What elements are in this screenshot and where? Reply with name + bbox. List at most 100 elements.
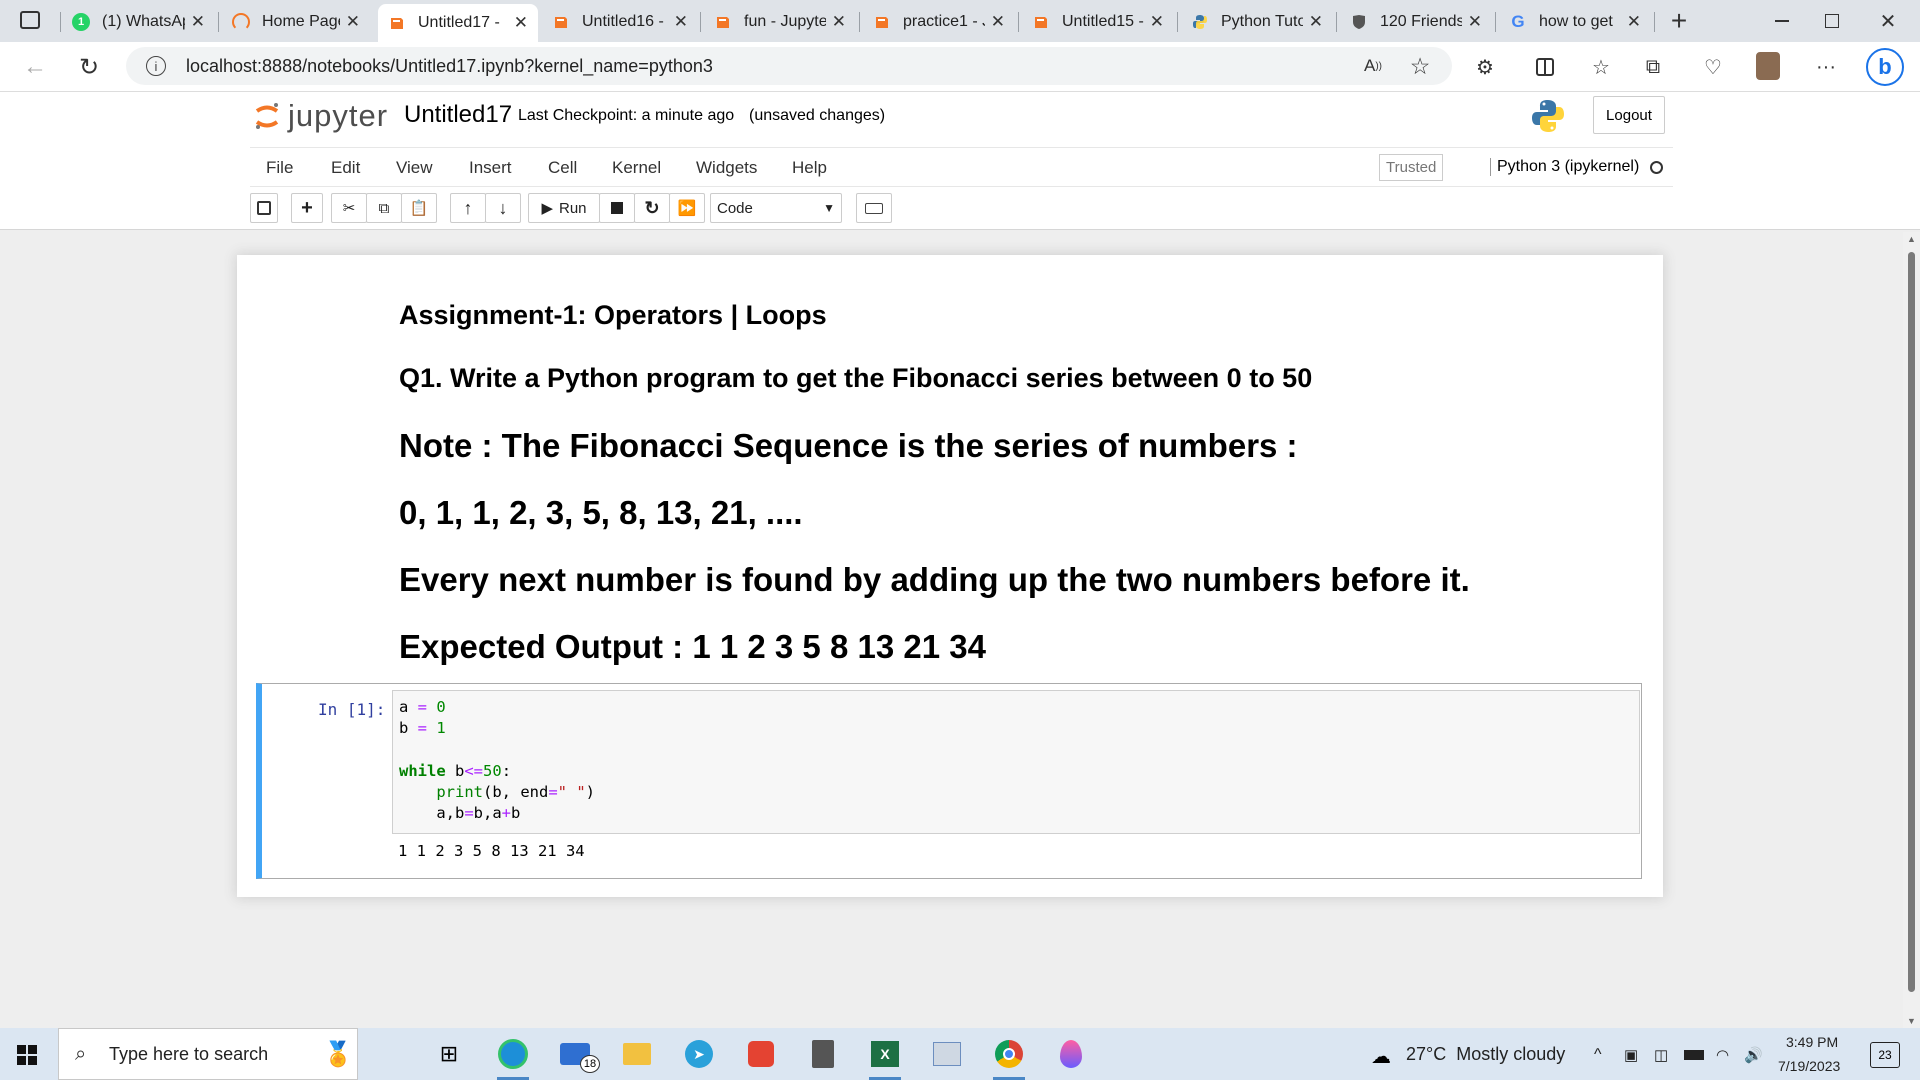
notifications-icon[interactable]: 23 — [1870, 1042, 1900, 1068]
close-icon[interactable]: ✕ — [832, 12, 846, 32]
paint-icon[interactable] — [1052, 1036, 1090, 1072]
cut-button[interactable]: ✂ — [331, 193, 367, 223]
tab-python-tutorial[interactable]: Python Tuto ✕ — [1181, 6, 1333, 38]
tab-120-friends[interactable]: 120 Friends ✕ — [1340, 6, 1492, 38]
tab-google-search[interactable]: G how to get ✕ — [1499, 6, 1651, 38]
weather-text[interactable]: 27°C Mostly cloudy — [1406, 1044, 1565, 1065]
insert-cell-button[interactable]: + — [291, 193, 323, 223]
menu-file[interactable]: File — [266, 158, 293, 178]
notebook-name[interactable]: Untitled17 — [404, 101, 512, 129]
edge-browser-icon[interactable] — [494, 1036, 532, 1080]
bing-chat-icon[interactable]: b — [1866, 48, 1904, 86]
task-view-icon[interactable]: ⊞ — [430, 1036, 468, 1072]
shield-icon — [1350, 13, 1368, 31]
close-icon[interactable]: ✕ — [674, 12, 688, 32]
tab-home-page[interactable]: Home Page ✕ — [222, 6, 370, 38]
run-button[interactable]: ▶ Run — [528, 193, 600, 223]
wifi-icon[interactable]: ◠ — [1716, 1046, 1729, 1064]
tab-whatsapp[interactable]: 1 (1) WhatsAp ✕ — [62, 6, 215, 38]
close-icon[interactable]: ✕ — [991, 12, 1005, 32]
menu-kernel[interactable]: Kernel — [612, 158, 661, 178]
meet-now-icon[interactable]: ▣ — [1624, 1046, 1638, 1064]
calculator-icon[interactable] — [804, 1036, 842, 1072]
tab-practice1[interactable]: practice1 - J ✕ — [863, 6, 1015, 38]
vertical-scrollbar[interactable]: ▲ ▼ — [1903, 232, 1920, 1028]
telegram-icon[interactable]: ➤ — [680, 1036, 718, 1072]
logout-button[interactable]: Logout — [1593, 96, 1665, 134]
kernel-name[interactable]: Python 3 (ipykernel) — [1490, 158, 1639, 176]
scroll-down-icon[interactable]: ▼ — [1907, 1016, 1916, 1026]
more-options-icon[interactable]: ··· — [1812, 54, 1840, 80]
network-icon[interactable]: ◫ — [1654, 1046, 1668, 1064]
file-explorer-icon[interactable] — [618, 1036, 656, 1072]
copy-button[interactable]: ⧉ — [366, 193, 402, 223]
minimize-icon[interactable] — [1760, 6, 1804, 36]
tab-untitled17[interactable]: Untitled17 - ✕ — [378, 4, 538, 42]
favorite-star-icon[interactable]: ☆ — [1406, 52, 1434, 80]
close-window-icon[interactable]: ✕ — [1866, 6, 1910, 36]
scrollbar-thumb[interactable] — [1908, 252, 1915, 992]
save-button[interactable] — [250, 193, 278, 223]
trusted-indicator[interactable]: Trusted — [1379, 154, 1444, 181]
tab-untitled16[interactable]: Untitled16 - ✕ — [542, 6, 698, 38]
mail-icon[interactable]: 18 — [556, 1036, 600, 1073]
menu-edit[interactable]: Edit — [331, 158, 360, 178]
clock-date[interactable]: 7/19/2023 — [1778, 1058, 1840, 1074]
weather-icon[interactable]: ☁ — [1366, 1044, 1396, 1068]
search-highlight-icon[interactable]: 🏅 — [321, 1037, 355, 1071]
menu-widgets[interactable]: Widgets — [696, 158, 757, 178]
paste-button[interactable]: 📋 — [401, 193, 437, 223]
back-arrow-icon[interactable]: ← — [20, 52, 50, 82]
volume-icon[interactable]: 🔊 — [1744, 1046, 1763, 1064]
menu-cell[interactable]: Cell — [548, 158, 577, 178]
close-icon[interactable]: ✕ — [1468, 12, 1482, 32]
cell-type-select[interactable]: Code ▼ — [710, 193, 842, 223]
read-aloud-icon[interactable]: A)) — [1360, 54, 1386, 78]
profile-avatar[interactable] — [1756, 52, 1780, 80]
extensions-icon[interactable]: ⚙ — [1472, 54, 1498, 80]
close-icon[interactable]: ✕ — [1309, 12, 1323, 32]
close-icon[interactable]: ✕ — [514, 13, 528, 33]
menu-insert[interactable]: Insert — [469, 158, 512, 178]
windows-start-icon[interactable] — [16, 1044, 38, 1066]
close-icon[interactable]: ✕ — [346, 12, 360, 32]
split-screen-icon[interactable] — [1532, 54, 1558, 80]
new-tab-icon[interactable]: + — [1664, 5, 1694, 36]
restart-run-all-button[interactable]: ⏩ — [669, 193, 705, 223]
refresh-icon[interactable]: ↻ — [74, 52, 104, 82]
battery-icon[interactable] — [1684, 1050, 1704, 1060]
move-down-button[interactable]: ↓ — [485, 193, 521, 223]
move-up-button[interactable]: ↑ — [450, 193, 486, 223]
todoist-icon[interactable] — [742, 1036, 780, 1072]
close-icon[interactable]: ✕ — [1627, 12, 1641, 32]
address-bar: ← ↻ i localhost:8888/notebooks/Untitled1… — [0, 42, 1920, 92]
restart-button[interactable]: ↻ — [634, 193, 670, 223]
code-cell[interactable]: In [1]: a = 0 b = 1 while b<=50: print(b… — [256, 683, 1642, 879]
taskbar-search-box[interactable]: ⌕ Type here to search 🏅 — [58, 1028, 358, 1080]
browser-essentials-icon[interactable]: ♡ — [1700, 54, 1726, 80]
show-hidden-icons-icon[interactable]: ^ — [1594, 1046, 1602, 1064]
favorites-icon[interactable]: ☆ — [1588, 54, 1614, 80]
menu-view[interactable]: View — [396, 158, 433, 178]
chrome-icon[interactable] — [990, 1036, 1028, 1080]
excel-icon[interactable]: X — [866, 1036, 904, 1080]
collections-icon[interactable]: ⧉ — [1640, 54, 1666, 80]
url-field[interactable]: i localhost:8888/notebooks/Untitled17.ip… — [126, 47, 1452, 85]
tab-actions-icon[interactable] — [20, 11, 40, 29]
tab-fun-jupyter[interactable]: fun - Jupyte ✕ — [704, 6, 856, 38]
clock-time[interactable]: 3:49 PM — [1786, 1034, 1838, 1050]
close-icon[interactable]: ✕ — [1150, 12, 1164, 32]
stop-icon — [611, 202, 623, 214]
code-editor[interactable]: a = 0 b = 1 while b<=50: print(b, end=" … — [392, 690, 1640, 834]
jupyter-logo-text[interactable]: jupyter — [288, 98, 388, 134]
close-icon[interactable]: ✕ — [191, 12, 205, 32]
tab-untitled15[interactable]: Untitled15 - ✕ — [1022, 6, 1174, 38]
command-palette-button[interactable] — [856, 193, 892, 223]
python-idle-icon[interactable] — [928, 1036, 966, 1072]
interrupt-button[interactable] — [599, 193, 635, 223]
menu-help[interactable]: Help — [792, 158, 827, 178]
maximize-icon[interactable] — [1810, 6, 1854, 36]
scroll-up-icon[interactable]: ▲ — [1907, 234, 1916, 244]
info-icon[interactable]: i — [146, 56, 166, 76]
jupyter-logo-icon[interactable] — [254, 102, 280, 130]
